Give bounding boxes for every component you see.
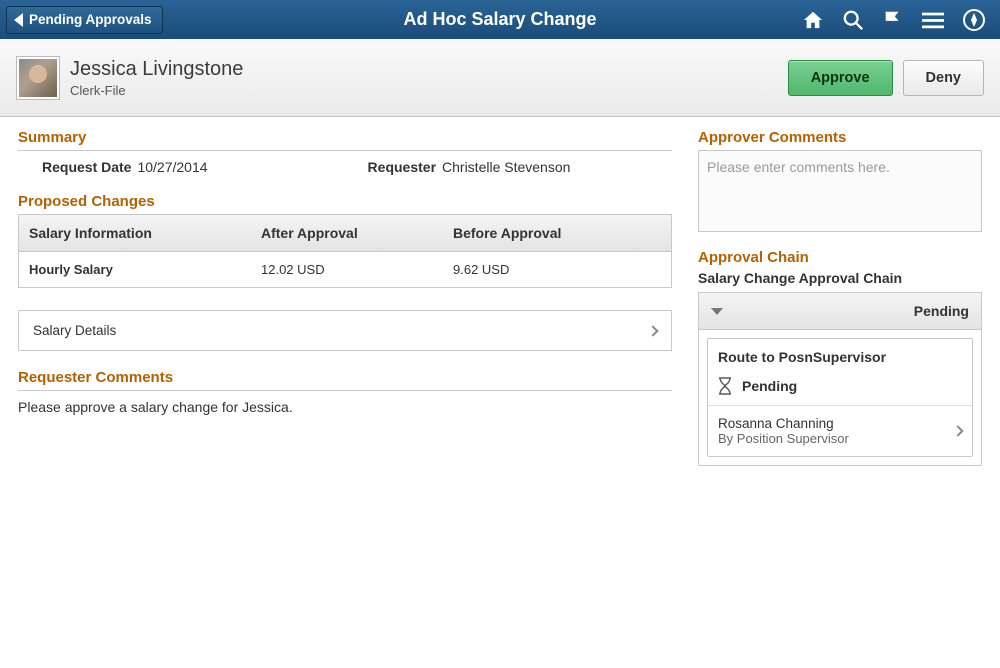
col-before: Before Approval	[443, 215, 671, 251]
deny-button[interactable]: Deny	[903, 60, 984, 96]
employee-job-title: Clerk-File	[70, 83, 243, 98]
chevron-left-icon	[14, 13, 23, 27]
proposed-changes-grid: Salary Information After Approval Before…	[18, 214, 672, 288]
summary-row: Request Date 10/27/2014 Requester Christ…	[18, 159, 672, 175]
hourglass-icon	[718, 377, 732, 395]
salary-details-expander[interactable]: Salary Details	[18, 310, 672, 351]
approval-chain-header[interactable]: Pending	[699, 293, 981, 330]
col-salary-info: Salary Information	[19, 215, 251, 251]
chevron-right-icon	[647, 325, 658, 336]
approval-status-row: Pending	[708, 371, 972, 406]
table-row: Hourly Salary 12.02 USD 9.62 USD	[19, 252, 671, 287]
left-column: Summary Request Date 10/27/2014 Requeste…	[18, 129, 672, 466]
employee-name: Jessica Livingstone	[70, 58, 243, 81]
requester-comments-heading: Requester Comments	[18, 369, 672, 391]
approval-status-text: Pending	[742, 378, 797, 394]
approval-person-role: By Position Supervisor	[718, 431, 849, 446]
approval-chain-title: Salary Change Approval Chain	[698, 270, 982, 286]
content: Summary Request Date 10/27/2014 Requeste…	[0, 117, 1000, 478]
approval-card: Route to PosnSupervisor Pending Rosanna …	[707, 338, 973, 457]
requester-pair: Requester Christelle Stevenson	[368, 159, 571, 175]
row-after: 12.02 USD	[251, 252, 443, 287]
top-bar: Pending Approvals Ad Hoc Salary Change	[0, 0, 1000, 39]
grid-header: Salary Information After Approval Before…	[19, 215, 671, 252]
approval-person-name: Rosanna Channing	[718, 416, 849, 431]
approval-route-label: Route to PosnSupervisor	[708, 339, 972, 371]
approval-chain-body: Route to PosnSupervisor Pending Rosanna …	[699, 330, 981, 465]
proposed-changes-heading: Proposed Changes	[18, 193, 672, 212]
banner-actions: Approve Deny	[788, 60, 984, 96]
avatar	[16, 56, 60, 100]
triangle-down-icon	[711, 308, 723, 315]
approver-comments-heading: Approver Comments	[698, 129, 982, 148]
page-title: Ad Hoc Salary Change	[403, 9, 596, 30]
approval-person-row[interactable]: Rosanna Channing By Position Supervisor	[708, 406, 972, 456]
flag-icon[interactable]	[882, 9, 904, 31]
approval-chain-header-status: Pending	[914, 303, 969, 319]
employee-banner: Jessica Livingstone Clerk-File Approve D…	[0, 39, 1000, 117]
menu-icon[interactable]	[922, 11, 944, 29]
approval-chain-box: Pending Route to PosnSupervisor Pending …	[698, 292, 982, 466]
summary-heading: Summary	[18, 129, 672, 151]
row-label: Hourly Salary	[19, 252, 251, 287]
header-icons	[802, 8, 1000, 32]
requester-comments-text: Please approve a salary change for Jessi…	[18, 399, 672, 415]
back-label: Pending Approvals	[29, 12, 152, 27]
requester-label: Requester	[368, 159, 436, 175]
home-icon[interactable]	[802, 10, 824, 30]
approve-button[interactable]: Approve	[788, 60, 893, 96]
approver-comments-input[interactable]	[698, 150, 982, 232]
request-date-label: Request Date	[42, 159, 131, 175]
employee-meta: Jessica Livingstone Clerk-File	[70, 58, 243, 98]
request-date-pair: Request Date 10/27/2014	[42, 159, 208, 175]
requester-value: Christelle Stevenson	[442, 159, 570, 175]
search-icon[interactable]	[842, 9, 864, 31]
compass-icon[interactable]	[962, 8, 986, 32]
row-before: 9.62 USD	[443, 252, 671, 287]
back-button[interactable]: Pending Approvals	[6, 6, 163, 34]
right-column: Approver Comments Approval Chain Salary …	[698, 129, 982, 466]
chevron-right-icon	[952, 425, 963, 436]
approval-chain-heading: Approval Chain	[698, 249, 982, 268]
salary-details-label: Salary Details	[33, 323, 116, 338]
request-date-value: 10/27/2014	[137, 159, 207, 175]
col-after: After Approval	[251, 215, 443, 251]
